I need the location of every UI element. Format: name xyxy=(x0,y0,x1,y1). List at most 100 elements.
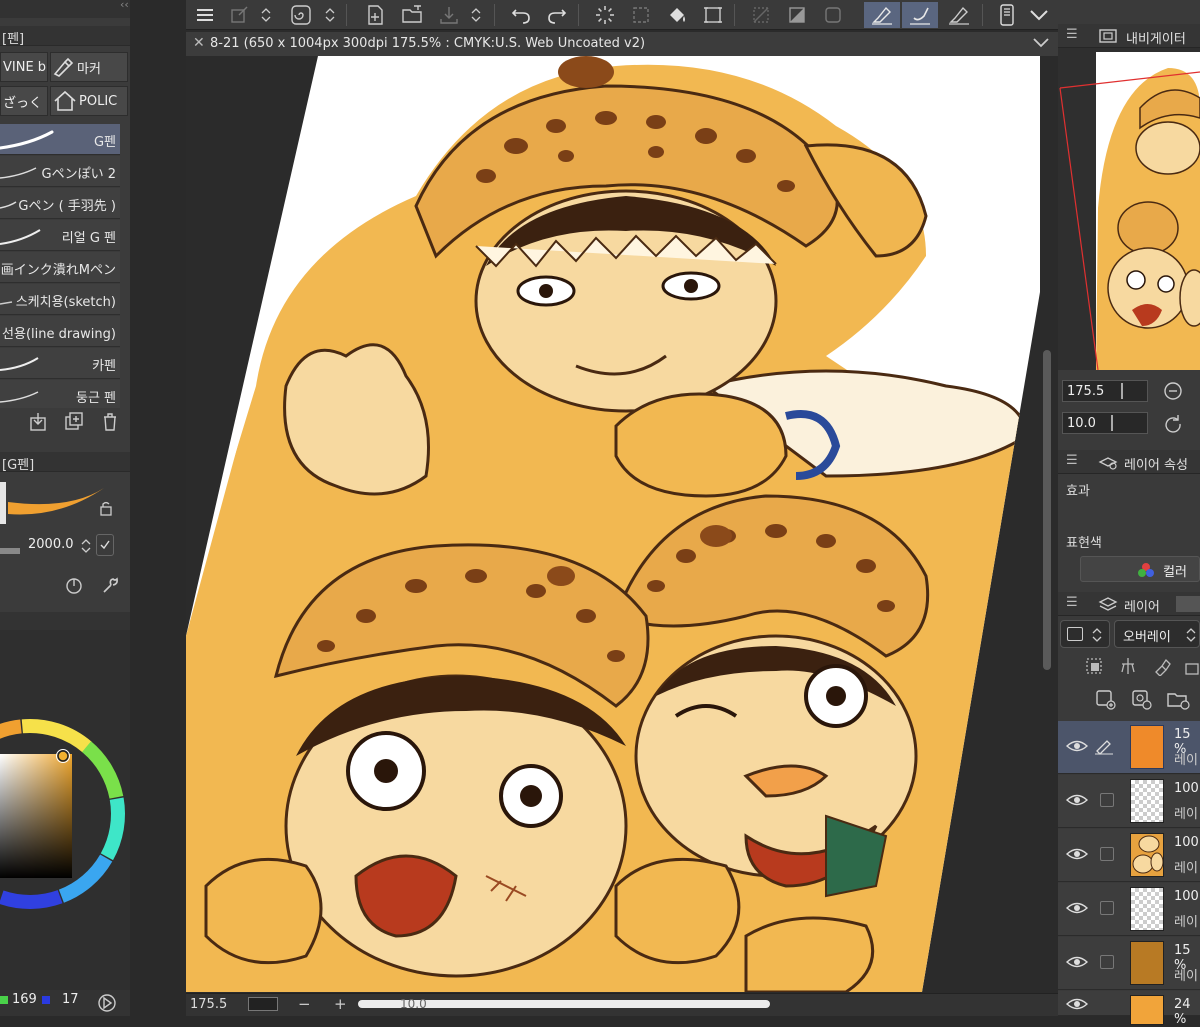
brush-size-slider[interactable] xyxy=(0,548,20,554)
panel-menu-icon[interactable]: ☰ xyxy=(1066,595,1078,610)
pen-tool-button[interactable] xyxy=(864,2,900,28)
brush-size-check[interactable] xyxy=(96,534,114,556)
wrench-icon[interactable] xyxy=(100,576,120,596)
updown-icon xyxy=(325,8,335,22)
toolbar-expand-button[interactable] xyxy=(1026,2,1052,28)
transform-button[interactable] xyxy=(226,2,252,28)
subtool-tab-vine[interactable]: VINE b xyxy=(0,52,48,82)
zoom-slider-thumb[interactable] xyxy=(1121,383,1123,399)
chevron-down-icon[interactable] xyxy=(1032,36,1050,50)
rotation-slider-thumb[interactable] xyxy=(1111,415,1113,431)
crop-button[interactable] xyxy=(700,2,726,28)
brush-item[interactable]: Gペンぽい 2 xyxy=(0,156,120,187)
layer-row[interactable]: 100 레이 xyxy=(1058,883,1200,936)
zoom-out-button[interactable]: − xyxy=(298,995,311,1013)
layer-select-checkbox[interactable] xyxy=(1100,847,1114,861)
eye-icon[interactable] xyxy=(1066,739,1088,753)
edit-button[interactable] xyxy=(946,2,972,28)
stepper-button[interactable] xyxy=(322,2,338,28)
blue-value[interactable]: 17 xyxy=(62,992,79,1007)
trash-icon[interactable] xyxy=(100,412,120,432)
zoom-in-button[interactable]: + xyxy=(334,995,347,1013)
layer-row[interactable]: 15 % 레이 xyxy=(1058,721,1200,774)
lock-layer-icon[interactable] xyxy=(1184,656,1200,676)
open-file-button[interactable] xyxy=(400,2,426,28)
rotate-reset-icon[interactable] xyxy=(1162,412,1184,434)
new-vector-layer-icon[interactable] xyxy=(1130,688,1152,710)
navigator-preview[interactable] xyxy=(1058,48,1200,370)
brush-item[interactable]: 스케치용(sketch) xyxy=(0,284,120,315)
export-button[interactable] xyxy=(436,2,462,28)
brush-item[interactable]: 画インク潰れMペン xyxy=(0,252,120,283)
layer-select-checkbox[interactable] xyxy=(1100,955,1114,969)
blend-mode-select[interactable]: 오버레이 xyxy=(1114,620,1200,648)
layer-select-checkbox[interactable] xyxy=(1100,793,1114,807)
layer-color-select[interactable] xyxy=(1060,620,1110,648)
panel-collapse-icon[interactable]: ‹‹ xyxy=(120,0,129,11)
zoom-slider[interactable] xyxy=(248,997,278,1011)
subtool-tab-marker[interactable]: 마커 xyxy=(50,52,128,82)
clear-button[interactable] xyxy=(628,2,654,28)
settings-dial-icon[interactable] xyxy=(64,576,84,596)
zoom-out-icon[interactable] xyxy=(1162,380,1184,402)
reference-layer-icon[interactable] xyxy=(1118,656,1138,676)
artwork-canvas[interactable] xyxy=(186,56,1040,992)
zoom-value[interactable]: 175.5 xyxy=(190,997,227,1012)
stepper-icon[interactable] xyxy=(80,536,92,556)
document-tab[interactable]: ✕ 8-21 (650 x 1004px 300dpi 175.5% : CMY… xyxy=(186,32,1058,56)
layer-row[interactable]: 100 레이 xyxy=(1058,775,1200,828)
selection-button[interactable] xyxy=(820,2,846,28)
brush-item[interactable]: Gペン ( 手羽先 ) xyxy=(0,188,120,219)
redo-button[interactable] xyxy=(544,2,570,28)
menu-button[interactable] xyxy=(192,2,218,28)
new-file-button[interactable] xyxy=(362,2,388,28)
layer-row[interactable]: 24 % xyxy=(1058,991,1200,1027)
mask-button[interactable] xyxy=(784,2,810,28)
new-folder-icon[interactable] xyxy=(1166,688,1190,710)
play-circle-icon[interactable] xyxy=(96,992,118,1014)
lock-icon[interactable] xyxy=(98,500,114,516)
eraser-tool-button[interactable] xyxy=(902,2,938,28)
color-wheel[interactable] xyxy=(0,630,130,990)
brush-item[interactable]: 둥근 펜 xyxy=(0,380,120,411)
device-button[interactable] xyxy=(994,2,1020,28)
vertical-scrollbar[interactable] xyxy=(1043,350,1051,670)
eye-icon[interactable] xyxy=(1066,901,1088,915)
brush-size-value[interactable]: 2000.0 xyxy=(28,537,74,552)
draft-layer-icon[interactable] xyxy=(1152,656,1172,676)
new-raster-layer-icon[interactable] xyxy=(1094,688,1116,710)
duplicate-icon[interactable] xyxy=(64,412,84,432)
ruler-off-button[interactable] xyxy=(748,2,774,28)
panel-menu-icon[interactable]: ☰ xyxy=(1066,27,1078,42)
loading-button[interactable] xyxy=(592,2,618,28)
subtool-tab-polic[interactable]: POLIC xyxy=(50,86,128,116)
navigator-rotation-value: 10.0 xyxy=(1067,416,1096,431)
color-mode-button[interactable]: 컬러 xyxy=(1080,556,1200,582)
eye-icon[interactable] xyxy=(1066,955,1088,969)
navigator-rotation-field[interactable]: 10.0 xyxy=(1062,412,1148,434)
eye-icon[interactable] xyxy=(1066,847,1088,861)
layer-select-checkbox[interactable] xyxy=(1100,901,1114,915)
brush-item-g-pen[interactable]: G펜 xyxy=(0,124,120,155)
panel-menu-icon[interactable]: ☰ xyxy=(1066,453,1078,468)
brush-item[interactable]: 리얼 G 펜 xyxy=(0,220,120,251)
green-value[interactable]: 169 xyxy=(12,992,37,1007)
navigator-zoom-field[interactable]: 175.5 xyxy=(1062,380,1148,402)
layer-row[interactable]: 100 레이 xyxy=(1058,829,1200,882)
stepper-button[interactable] xyxy=(468,2,484,28)
undo-button[interactable] xyxy=(508,2,534,28)
import-icon[interactable] xyxy=(28,412,48,432)
stepper-button[interactable] xyxy=(258,2,274,28)
close-icon[interactable]: ✕ xyxy=(193,35,205,51)
layers-tab-extra[interactable] xyxy=(1176,596,1200,612)
layer-row[interactable]: 15 % 레이 xyxy=(1058,937,1200,990)
subtool-tab-zakku[interactable]: ざっく xyxy=(0,86,48,116)
eye-icon[interactable] xyxy=(1066,997,1088,1011)
clip-layer-icon[interactable] xyxy=(1084,656,1104,676)
eye-icon[interactable] xyxy=(1066,793,1088,807)
brush-item[interactable]: 카펜 xyxy=(0,348,120,379)
rotation-value[interactable]: 10.0 xyxy=(400,997,427,1011)
fill-button[interactable] xyxy=(664,2,690,28)
lasso-button[interactable] xyxy=(288,2,314,28)
brush-item[interactable]: 선용(line drawing) xyxy=(0,316,120,347)
